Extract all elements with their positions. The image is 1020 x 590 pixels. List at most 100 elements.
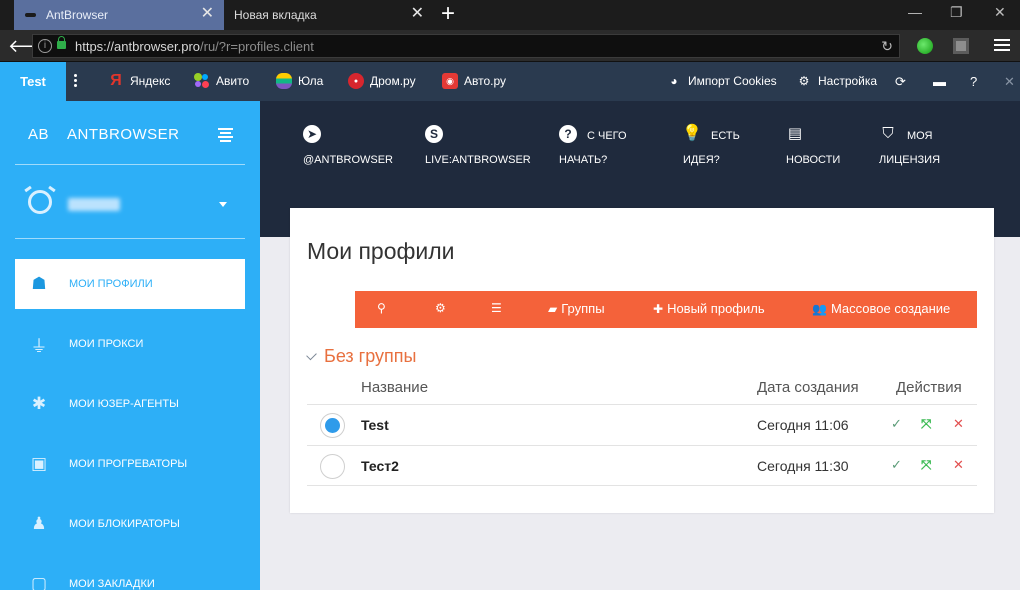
sidebar-item-label: МОИ ПРОКСИ [69,338,144,350]
address-bar: 🡐 i https://antbrowser.pro/ru/?r=profile… [0,30,1020,62]
username-redacted [68,198,120,211]
url-text[interactable]: https://antbrowser.pro/ru/?r=profiles.cl… [75,39,314,54]
extension-gray-icon[interactable] [953,38,969,54]
groups-label: Группы [561,301,605,316]
nav-line1: ЕСТЬ [711,130,740,142]
nav-line2: НАЧАТЬ? [559,154,608,166]
reload-icon[interactable]: ↻ [881,38,893,55]
tab-antbrowser[interactable]: AntBrowser ✕ [14,0,224,30]
check-icon[interactable]: ✓ [891,457,902,473]
table-row[interactable]: Тест2 Сегодня 11:30 ✓ ⤧ ✕ [307,445,977,486]
caret-down-icon[interactable] [219,202,227,207]
column-header-created[interactable]: Дата создания [757,379,859,396]
move-icon[interactable]: ⤧ [921,457,931,473]
sidebar-item-profiles[interactable]: ☗ МОИ ПРОФИЛИ [15,259,245,309]
group-header[interactable]: Без группы [306,346,417,367]
profile-name[interactable]: Test [361,417,389,433]
page-title: Мои профили [307,238,455,264]
groups-button[interactable]: ▰ Группы [548,301,605,316]
new-tab-plus-icon[interactable]: + [441,1,455,27]
tab-title: AntBrowser [46,8,109,22]
logo-short[interactable]: AB [28,126,49,143]
question-icon: ? [559,125,577,143]
column-header-actions: Действия [896,379,962,396]
collapse-sidebar-icon[interactable] [218,128,233,142]
sidebar-item-blockers[interactable]: ♟ МОИ БЛОКИРАТОРЫ [15,499,245,549]
close-icon[interactable]: ✕ [1004,74,1015,90]
chevron-down-icon[interactable] [306,349,317,360]
profile-created: Сегодня 11:30 [757,458,849,474]
divider [15,238,245,239]
bookmarks-bar: Test Я Яндекс Авито Юла ● Дром.ру ◉ Авто… [0,62,1020,101]
alarm-avatar-icon [28,190,52,214]
spy-icon: ☗ [31,274,47,293]
gear-icon: ⚙ [435,301,446,315]
bug-icon: ✱ [31,394,47,413]
url-path: /ru/?r=profiles.client [200,39,314,54]
briefcase-icon: ▰ [548,301,558,316]
sidebar-item-bookmarks[interactable]: ▢ МОИ ЗАКЛАДКИ [15,559,245,590]
hamburger-menu-icon[interactable] [994,39,1010,51]
delete-icon[interactable]: ✕ [953,416,964,432]
card-icon[interactable]: ▬ [933,74,946,89]
sidebar-item-user-agents[interactable]: ✱ МОИ ЮЗЕР-АГЕНТЫ [15,379,245,429]
youla-icon [276,73,292,89]
bookmark-drom[interactable]: ● Дром.ру [348,73,416,89]
bulk-create-button[interactable]: 👥 Массовое создание [812,301,950,316]
bookmark-label: Авто.ру [464,74,507,88]
cookie-icon: ◕ [670,74,678,88]
user-menu[interactable] [0,165,260,239]
bulk-create-label: Массовое создание [830,301,951,316]
profiles-toolbar: ⚲ ⚙ ☰ ▰ Группы ✚ Новый профиль 👥 Массово… [355,291,977,328]
nav-line2: LIVE:ANTBROWSER [425,154,531,166]
user-lock-icon: ♟ [31,514,47,533]
tab-new[interactable]: Новая вкладка ✕ [226,0,434,30]
check-icon[interactable]: ✓ [891,416,902,432]
bookmark-youla[interactable]: Юла [276,73,323,89]
window-close-icon[interactable]: ✕ [994,4,1006,21]
settings-label: Настройка [818,74,878,88]
back-arrow-icon[interactable]: 🡐 [8,36,56,56]
nav-line2: ИДЕЯ? [683,154,720,166]
sync-icon[interactable]: ⟳ [895,74,906,90]
extension-green-icon[interactable] [917,38,933,54]
url-field[interactable]: i https://antbrowser.pro/ru/?r=profiles.… [32,34,900,58]
move-icon[interactable]: ⤧ [921,416,931,432]
profile-created: Сегодня 11:06 [757,417,849,433]
help-icon[interactable]: ? [970,74,977,89]
list-view-button[interactable]: ☰ [491,301,506,315]
bookmark-autoru[interactable]: ◉ Авто.ру [442,73,506,89]
profile-name[interactable]: Тест2 [361,458,399,474]
telegram-icon: ➤ [303,125,321,143]
search-button[interactable]: ⚲ [377,301,390,315]
sidebar-item-warmers[interactable]: ▣ МОИ ПРОГРЕВАТОРЫ [15,439,245,489]
list-icon: ☰ [491,301,502,315]
robot-icon: ▣ [30,454,48,473]
new-profile-label: Новый профиль [667,301,765,316]
nav-line2: @ANTBROWSER [303,154,394,166]
close-icon[interactable]: ✕ [411,6,424,22]
settings-button[interactable]: ⚙ Настройка [796,73,877,89]
row-radio[interactable] [320,413,345,438]
import-cookies-button[interactable]: ◕ Импорт Cookies [666,73,776,89]
gear-icon: ⚙ [798,74,810,88]
nav-line1: С ЧЕГО [587,130,627,142]
bookmark-avito[interactable]: Авито [194,73,249,89]
new-profile-button[interactable]: ✚ Новый профиль [653,301,765,316]
settings-button[interactable]: ⚙ [435,301,450,315]
delete-icon[interactable]: ✕ [953,457,964,473]
sidebar-item-proxies[interactable]: ⏚ МОИ ПРОКСИ [15,319,245,369]
close-icon[interactable]: ✕ [201,6,214,22]
sidebar-item-label: МОИ ЗАКЛАДКИ [69,578,155,590]
brand-name[interactable]: ANTBROWSER [67,126,180,143]
restore-icon[interactable]: ❐ [950,4,963,21]
bookmark-yandex[interactable]: Я Яндекс [108,72,170,89]
table-row[interactable]: Test Сегодня 11:06 ✓ ⤧ ✕ [307,404,977,445]
kebab-menu-icon[interactable] [74,74,78,89]
yandex-icon: Я [110,72,122,89]
row-radio[interactable] [320,454,345,479]
info-icon[interactable]: i [38,39,52,53]
column-header-name[interactable]: Название [361,379,428,396]
minimize-icon[interactable]: — [908,4,922,20]
profile-badge[interactable]: Test [0,62,66,101]
